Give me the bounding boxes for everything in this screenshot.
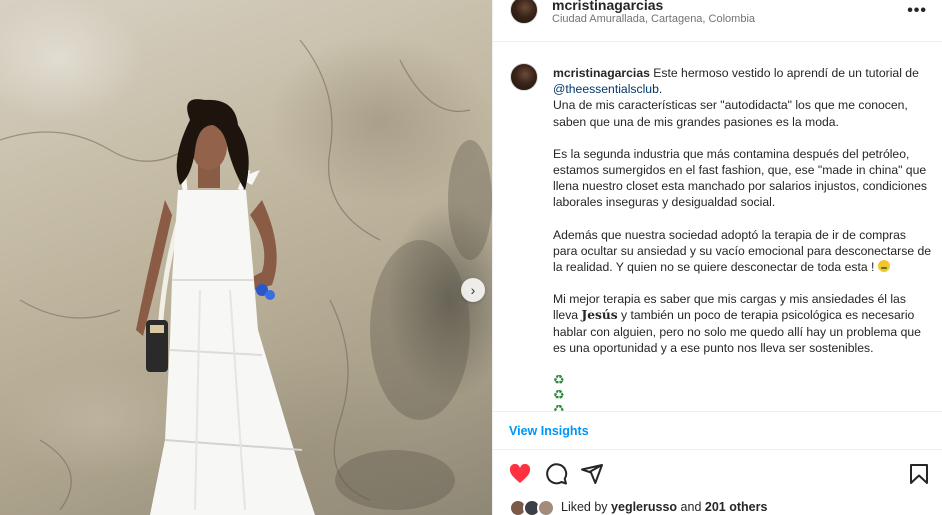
action-bar [493, 450, 942, 495]
bookmark-icon[interactable] [907, 462, 931, 486]
likes-user[interactable]: yeglerusso [611, 500, 677, 514]
carousel-next-button[interactable]: › [461, 278, 485, 302]
caption-paragraph-1: Una de mis características ser "autodida… [553, 98, 908, 129]
likes-summary[interactable]: Liked by yeglerusso and 201 others [561, 500, 767, 514]
more-options-icon[interactable]: ••• [907, 2, 927, 20]
recycle-icon: ♻ [553, 387, 565, 403]
caption-paragraph-2: Es la segunda industria que más contamin… [553, 146, 927, 210]
post-username[interactable]: mcristinagarcias [552, 0, 663, 13]
recycle-icon: ♻ [553, 402, 565, 411]
liker-avatar[interactable] [537, 499, 555, 515]
send-icon[interactable] [580, 462, 604, 486]
likes-middle: and [680, 500, 702, 514]
insights-bar: View Insights [493, 411, 942, 450]
caption-text: mcristinagarcias Este hermoso vestido lo… [553, 65, 933, 411]
comment-icon[interactable] [544, 462, 568, 486]
caption-period: . [658, 82, 663, 97]
likes-prefix: Liked by [561, 500, 608, 514]
view-insights-link[interactable]: View Insights [509, 424, 589, 438]
caption-paragraph-3: Además que nuestra sociedad adoptó la te… [553, 227, 932, 275]
post-header: mcristinagarcias Ciudad Amurallada, Cart… [493, 0, 942, 42]
caption-username[interactable]: mcristinagarcias [553, 66, 650, 80]
avatar[interactable] [510, 0, 538, 24]
post-location[interactable]: Ciudad Amurallada, Cartagena, Colombia [552, 13, 755, 25]
recycle-icon: ♻ [553, 372, 565, 388]
post-photo[interactable]: › [0, 0, 492, 515]
nauseated-face-icon [877, 260, 890, 273]
post-side-panel: mcristinagarcias Ciudad Amurallada, Cart… [492, 0, 942, 515]
likes-row: Liked by yeglerusso and 201 others [493, 495, 942, 515]
caption-intro: Este hermoso vestido lo aprendí de un tu… [653, 66, 919, 80]
caption-bold-word: Jesús [581, 308, 618, 323]
caption-section: mcristinagarcias Este hermoso vestido lo… [493, 43, 942, 411]
caption-avatar[interactable] [510, 63, 538, 91]
heart-filled-icon[interactable] [508, 462, 532, 486]
likes-count[interactable]: 201 others [705, 500, 768, 514]
chevron-right-icon: › [470, 282, 476, 298]
photo-illustration [0, 39, 492, 515]
mention-link[interactable]: @theessentialsclub [553, 82, 659, 96]
